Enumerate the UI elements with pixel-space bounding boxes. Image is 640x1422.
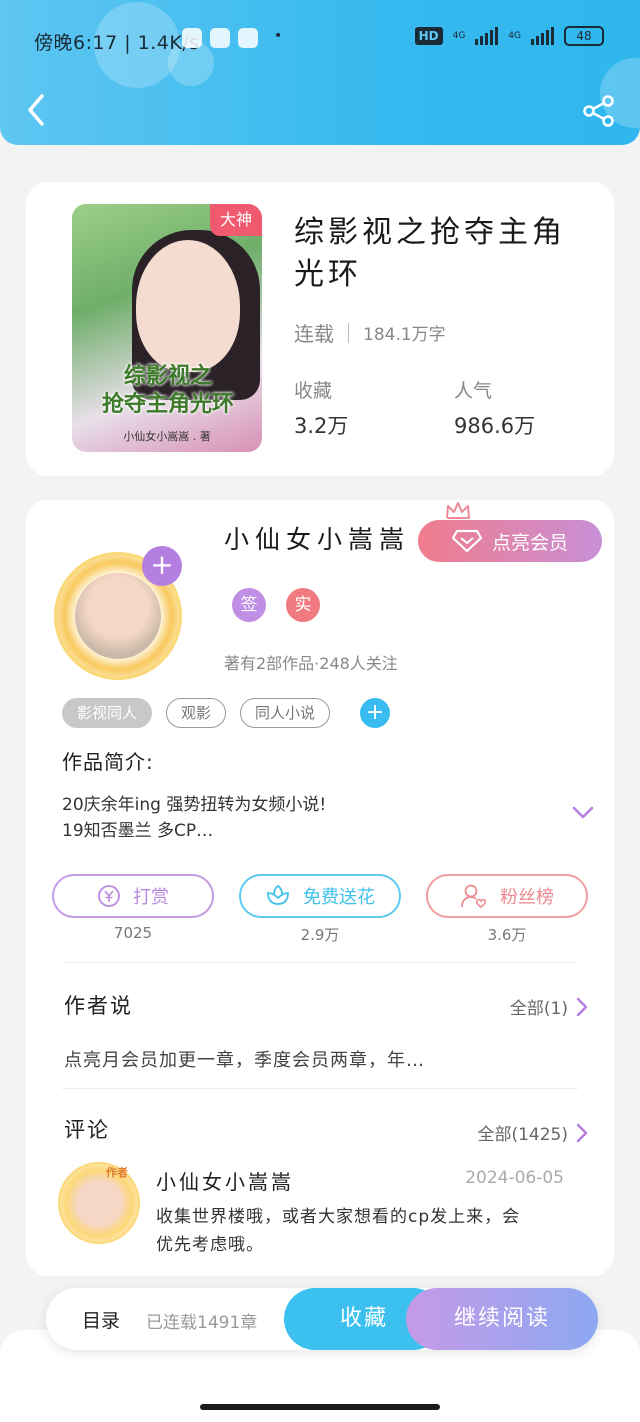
cover-illustration-face [136, 240, 240, 372]
favorites-label: 收藏 [294, 380, 333, 402]
chevron-down-icon[interactable] [572, 806, 594, 820]
intro-heading: 作品简介: [62, 750, 154, 774]
status-time: 傍晚6:17 | 1.4K/s [34, 32, 200, 54]
book-title: 综影视之抢夺主角光环 [294, 215, 566, 292]
fan-ranking-button[interactable]: 粉丝榜 [426, 874, 588, 918]
cover-title-line: 综影视之 [123, 363, 212, 389]
tip-count: 7025 [113, 924, 153, 942]
section-divider [62, 962, 578, 963]
status-dot: • [274, 28, 283, 44]
cover-badge: 大神 [210, 204, 262, 236]
favorites-value: 3.2万 [294, 414, 349, 438]
status-indicators: HD 4G 4G 48 [414, 26, 604, 46]
crown-icon [446, 502, 470, 519]
send-flower-button[interactable]: 免费送花 [239, 874, 401, 918]
tip-button[interactable]: 打赏 [52, 874, 214, 918]
paw-app-icon [182, 28, 202, 48]
book-status: 连载 [294, 322, 334, 346]
section-divider [62, 1088, 578, 1089]
book-meta: 连载 184.1万字 [294, 318, 446, 347]
author-says-text[interactable]: 点亮月会员加更一章，季度会员两章，年… [64, 1046, 425, 1072]
popularity-label: 人气 [454, 380, 493, 402]
tag-list: 影视同人 观影 同人小说 + [62, 698, 391, 728]
send-flower-label: 免费送花 [303, 887, 375, 908]
flower-icon [267, 884, 289, 905]
fan-ranking-label: 粉丝榜 [500, 887, 554, 908]
comment-date: 2024-06-05 [465, 1168, 564, 1188]
book-info-card: 大神 综影视之 抢夺主角光环 小仙女小嵩嵩 . 著 综影视之抢夺主角光环 连载 … [26, 182, 614, 476]
cover-title: 综影视之 抢夺主角光环 [78, 362, 258, 418]
battery-level: 48 [576, 29, 592, 43]
top-header: 傍晚6:17 | 1.4K/s • HD 4G 4G 48 [0, 0, 640, 145]
word-count: 184.1万字 [363, 325, 446, 345]
popularity-value: 986.6万 [454, 414, 536, 438]
yen-coin-icon [98, 885, 120, 907]
comment-username[interactable]: 小仙女小嵩嵩 [156, 1166, 294, 1195]
user-heart-icon [461, 884, 487, 909]
tag-item[interactable]: 观影 [166, 698, 227, 728]
comments-more-label: 全部(1425) [477, 1125, 568, 1145]
network-label: 4G [452, 31, 466, 41]
share-button[interactable] [582, 94, 616, 128]
battery-icon: 48 [564, 26, 604, 46]
back-button[interactable] [22, 92, 52, 128]
comments-title: 评论 [64, 1118, 110, 1142]
comment-text-line[interactable]: 优先考虑哦。 [156, 1230, 264, 1255]
author-says-more[interactable]: 全部(1) [510, 994, 588, 1019]
tag-item[interactable]: 影视同人 [62, 698, 153, 728]
diamond-icon [451, 529, 482, 553]
vip-button[interactable]: 点亮会员 [418, 520, 602, 562]
author-says-title: 作者说 [64, 994, 133, 1018]
author-name[interactable]: 小仙女小嵩嵩 [224, 520, 410, 556]
chevron-left-icon [28, 94, 44, 126]
author-tag: 作者 [106, 1166, 128, 1179]
follow-author-button[interactable]: + [142, 546, 182, 586]
intro-text-line: 19知否墨兰 多CP… [62, 821, 214, 841]
vip-button-label: 点亮会员 [491, 531, 568, 554]
bottom-action-bar: 目录 已连载1491章 收藏 继续阅读 [46, 1288, 598, 1350]
author-detail-card: + 小仙女小嵩嵩 点亮会员 签 实 著有2部作品·248人关注 影视同人 观影 … [26, 500, 614, 1276]
tag-item[interactable]: 同人小说 [240, 698, 331, 728]
status-bar: 傍晚6:17 | 1.4K/s • HD 4G 4G 48 [0, 22, 640, 58]
signal-icon [531, 27, 554, 45]
meta-divider [348, 322, 349, 343]
comment-text-line[interactable]: 收集世界楼哦，或者大家想看的cp发上来，会 [156, 1202, 520, 1227]
cover-author: 小仙女小嵩嵩 . 著 [123, 430, 211, 443]
tip-button-label: 打赏 [133, 887, 169, 908]
chevron-right-icon [576, 997, 588, 1016]
author-says-more-label: 全部(1) [509, 999, 568, 1019]
intro-text-line: 20庆余年ing 强势扭转为女频小说! [62, 795, 327, 815]
signal-icon [475, 27, 499, 45]
signed-badge: 签 [232, 588, 266, 622]
continue-reading-button[interactable]: 继续阅读 [406, 1288, 598, 1350]
status-app-icons: • [182, 28, 282, 48]
add-tag-button[interactable]: + [360, 698, 391, 728]
flower-count: 2.9万 [300, 926, 340, 944]
verified-badge: 实 [286, 588, 320, 622]
hd-badge: HD [414, 27, 443, 45]
chevron-right-icon [576, 1123, 588, 1142]
home-indicator[interactable] [200, 1404, 440, 1410]
book-cover[interactable]: 大神 综影视之 抢夺主角光环 小仙女小嵩嵩 . 著 [72, 204, 262, 452]
fan-count: 3.6万 [487, 926, 527, 944]
cover-title-line: 抢夺主角光环 [101, 391, 234, 417]
avatar-photo [75, 573, 161, 659]
toc-button[interactable]: 目录 [82, 1306, 120, 1333]
telegram-app-icon [238, 28, 258, 48]
network-label: 4G [508, 31, 521, 41]
share-icon [583, 95, 614, 127]
comments-more[interactable]: 全部(1425) [477, 1120, 588, 1145]
cloud-app-icon [210, 28, 230, 48]
author-stats: 著有2部作品·248人关注 [224, 654, 398, 673]
chapter-count[interactable]: 已连载1491章 [146, 1308, 257, 1333]
